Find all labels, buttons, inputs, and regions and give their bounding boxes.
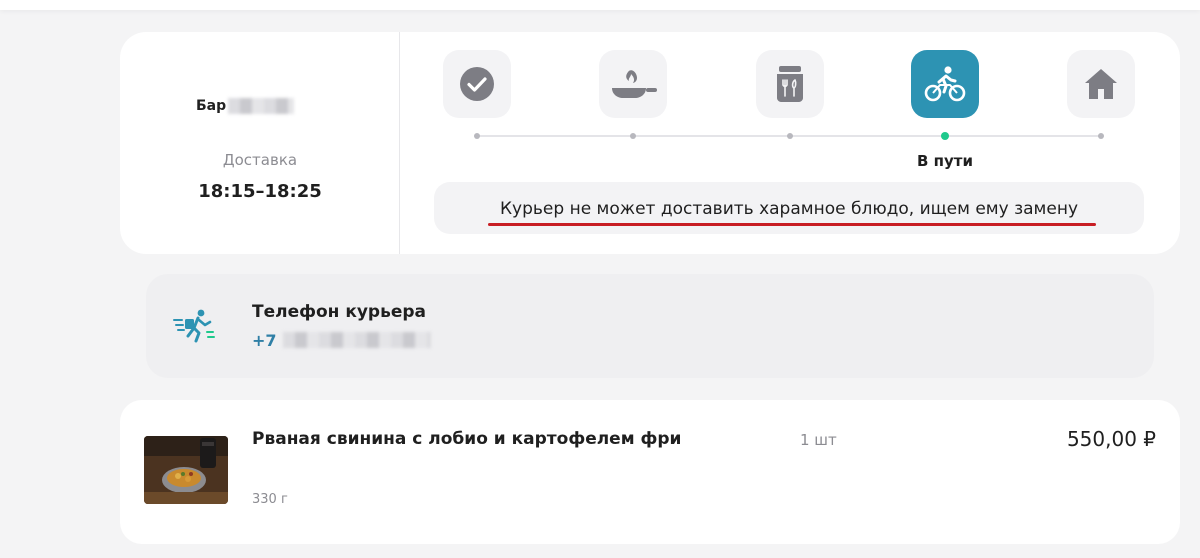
- courier-phone-prefix: +7: [252, 330, 277, 350]
- packaged-food-icon: [777, 66, 803, 102]
- step-on-the-way: [911, 50, 979, 118]
- courier-phone-title: Телефон курьера: [252, 302, 427, 322]
- top-bar: [0, 0, 1200, 10]
- check-circle-icon: [460, 67, 494, 101]
- step-accepted: [443, 50, 511, 118]
- restaurant-name: Бар: [196, 96, 295, 116]
- order-summary: Бар Доставка 18:15–18:25: [120, 32, 400, 254]
- delivery-time: 18:15–18:25: [198, 181, 322, 202]
- cooking-pan-icon: [612, 70, 657, 98]
- delivery-label: Доставка: [222, 151, 298, 169]
- item-name: Рваная свинина с лобио и картофелем фри: [252, 429, 682, 449]
- item-weight: 330 г: [252, 492, 288, 507]
- courier-phone-number[interactable]: +7: [252, 330, 431, 350]
- redacted-phone-digits: [282, 332, 431, 348]
- order-item-row: Рваная свинина с лобио и картофелем фри …: [120, 400, 1180, 544]
- step-packaged: [756, 50, 824, 118]
- order-status-card: Бар Доставка 18:15–18:25 В пути Курьер н…: [120, 32, 1180, 254]
- status-notice-text: Курьер не может доставить харамное блюдо…: [499, 199, 1079, 219]
- item-price: 550,00 ₽: [1066, 427, 1156, 451]
- current-step-label: В пути: [916, 152, 973, 170]
- step-dot-accepted: [474, 133, 480, 139]
- step-dot-on-the-way: [941, 132, 949, 140]
- courier-phone-card[interactable]: Телефон курьера +7: [146, 274, 1154, 378]
- step-dot-cooking: [630, 133, 636, 139]
- dish-image: [144, 436, 228, 504]
- step-dot-delivered: [1098, 133, 1104, 139]
- redacted-restaurant-name: [228, 98, 295, 114]
- item-quantity: 1 шт: [800, 431, 837, 449]
- running-courier-icon: [173, 309, 215, 343]
- step-delivered: [1067, 50, 1135, 118]
- restaurant-name-text: Бар: [196, 98, 227, 114]
- item-photo: [144, 436, 228, 504]
- step-cooking: [599, 50, 667, 118]
- highlight-underline: [488, 223, 1096, 226]
- bicycle-courier-icon: [924, 66, 966, 102]
- step-dot-packaged: [787, 133, 793, 139]
- status-notice: Курьер не может доставить харамное блюдо…: [434, 182, 1144, 234]
- home-icon: [1085, 69, 1117, 99]
